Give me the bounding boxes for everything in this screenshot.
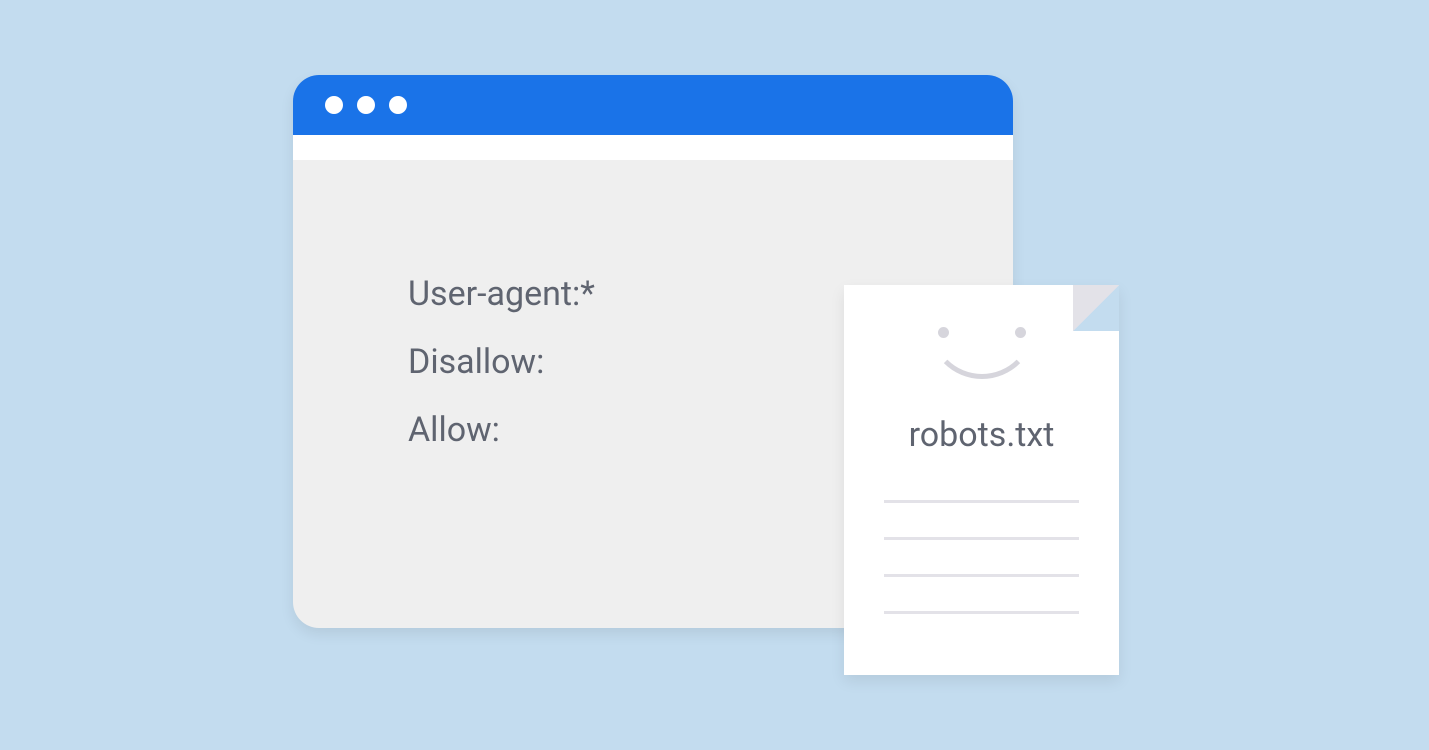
file-title: robots.txt — [844, 415, 1119, 455]
window-dot-icon — [357, 96, 375, 114]
file-body-lines — [884, 500, 1079, 648]
browser-toolbar — [293, 135, 1013, 160]
text-line-icon — [884, 500, 1079, 503]
smiley-face-icon — [912, 313, 1052, 373]
text-line-icon — [884, 611, 1079, 614]
window-dot-icon — [389, 96, 407, 114]
folded-corner-icon — [1073, 285, 1119, 331]
text-line-icon — [884, 574, 1079, 577]
browser-titlebar — [293, 75, 1013, 135]
text-line-icon — [884, 537, 1079, 540]
window-dot-icon — [325, 96, 343, 114]
file-card: robots.txt — [844, 285, 1119, 675]
